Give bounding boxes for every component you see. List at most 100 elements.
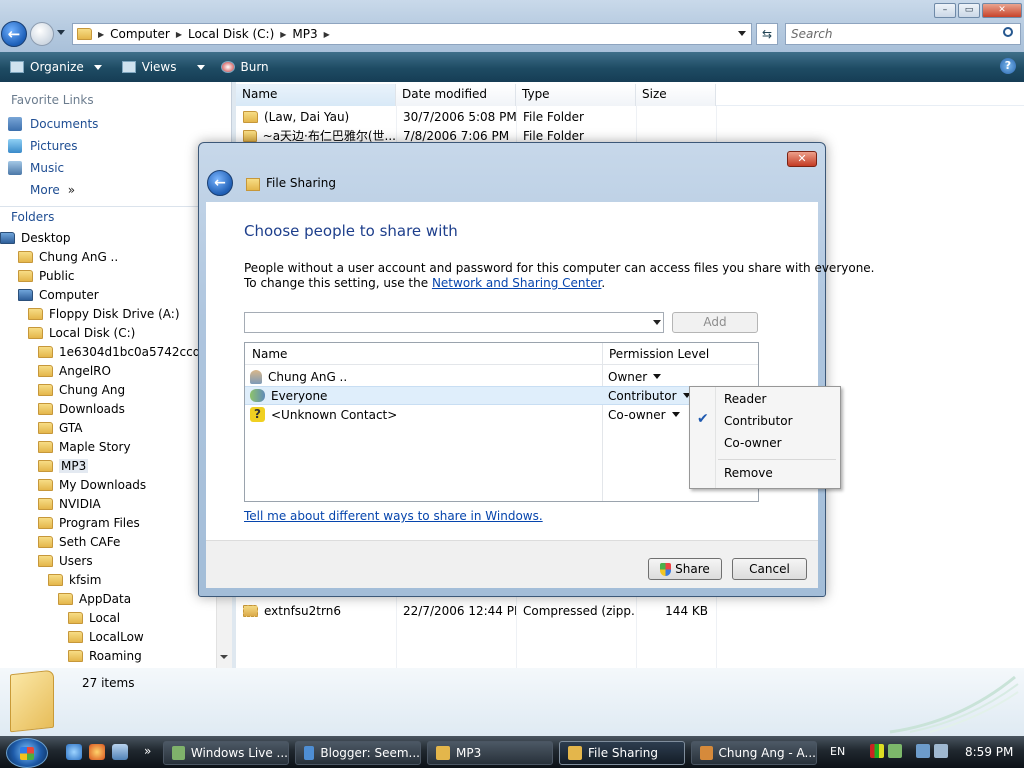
menu-item-co-owner[interactable]: Co-owner: [691, 433, 839, 453]
tree-item-label: Local Disk (C:): [49, 326, 136, 340]
breadcrumb-separator-icon[interactable]: ▶: [98, 30, 104, 39]
tree-item[interactable]: LocalLow: [68, 628, 144, 646]
permission-dropdown[interactable]: Contributor: [602, 389, 691, 403]
column-header-permission[interactable]: Permission Level: [602, 343, 758, 364]
task-blogger[interactable]: Blogger: Seem...: [295, 741, 421, 765]
burn-button[interactable]: Burn: [220, 52, 269, 82]
tree-item[interactable]: GTA: [38, 419, 82, 437]
breadcrumb-separator-icon[interactable]: ▶: [176, 30, 182, 39]
column-header-date[interactable]: Date modified: [396, 84, 516, 106]
tree-item[interactable]: Roaming: [68, 647, 142, 665]
task-mp3[interactable]: MP3: [427, 741, 553, 765]
breadcrumb-computer[interactable]: Computer: [110, 27, 170, 41]
tree-item[interactable]: AppData: [58, 590, 131, 608]
favorite-pictures[interactable]: Pictures: [8, 139, 78, 153]
back-button[interactable]: ←: [1, 21, 27, 47]
favorite-documents[interactable]: Documents: [8, 117, 98, 131]
internet-explorer-icon[interactable]: [66, 744, 82, 760]
tree-item[interactable]: Computer: [18, 286, 99, 304]
file-row[interactable]: extnfsu2trn6 22/7/2006 12:44 PM Compress…: [236, 601, 716, 620]
recent-pages-dropdown[interactable]: [57, 30, 65, 35]
task-windows-live[interactable]: Windows Live ...: [163, 741, 289, 765]
person-row[interactable]: ? <Unknown Contact> Co-owner: [245, 405, 758, 424]
column-header-name[interactable]: Name: [245, 343, 602, 364]
person-row[interactable]: Chung AnG .. Owner: [245, 367, 758, 386]
forward-button[interactable]: [30, 22, 54, 46]
permission-dropdown[interactable]: Co-owner: [602, 408, 680, 422]
tree-item[interactable]: Local: [68, 609, 120, 627]
tree-item[interactable]: Floppy Disk Drive (A:): [28, 305, 180, 323]
large-folder-icon: [10, 669, 54, 733]
tree-item[interactable]: MP3: [38, 457, 89, 475]
tree-item[interactable]: Downloads: [38, 400, 125, 418]
permission-dropdown[interactable]: Owner: [602, 370, 662, 384]
tree-item[interactable]: Desktop: [0, 229, 71, 247]
breadcrumb-separator-icon[interactable]: ▶: [324, 30, 330, 39]
menu-item-remove[interactable]: Remove: [691, 463, 839, 483]
people-combobox[interactable]: [244, 312, 664, 333]
add-button[interactable]: Add: [672, 312, 758, 333]
tree-item[interactable]: kfsim: [48, 571, 101, 589]
help-icon[interactable]: ?: [1000, 58, 1016, 74]
tree-item[interactable]: Chung AnG ..: [18, 248, 118, 266]
clock[interactable]: 8:59 PM: [965, 745, 1013, 759]
tree-item-label: Roaming: [89, 649, 142, 663]
tree-item[interactable]: Users: [38, 552, 93, 570]
tree-item-label: Users: [59, 554, 93, 568]
refresh-button[interactable]: ⇆: [756, 23, 778, 45]
tree-item[interactable]: Maple Story: [38, 438, 131, 456]
file-row[interactable]: (Law, Dai Yau) 30/7/2006 5:08 PM File Fo…: [236, 107, 716, 126]
breadcrumb-separator-icon[interactable]: ▶: [280, 30, 286, 39]
music-icon: [8, 161, 22, 175]
messenger-icon[interactable]: [888, 744, 902, 758]
volume-icon[interactable]: [934, 744, 948, 758]
tree-item[interactable]: Chung Ang: [38, 381, 125, 399]
column-header-name[interactable]: Name: [236, 84, 396, 106]
search-input[interactable]: Search: [785, 23, 1021, 45]
tree-item-label: My Downloads: [59, 478, 147, 492]
language-indicator[interactable]: EN: [830, 745, 845, 758]
maximize-button[interactable]: ▭: [958, 3, 980, 18]
breadcrumb-mp3[interactable]: MP3: [292, 27, 317, 41]
favorite-music[interactable]: Music: [8, 161, 64, 175]
minimize-button[interactable]: –: [934, 3, 956, 18]
tray-app-icon[interactable]: [870, 744, 884, 758]
breadcrumb-local-disk[interactable]: Local Disk (C:): [188, 27, 274, 41]
task-chung-ang[interactable]: Chung Ang - A...: [691, 741, 817, 765]
task-file-sharing[interactable]: File Sharing: [559, 741, 685, 765]
quick-launch-more-icon[interactable]: »: [144, 744, 151, 758]
chevron-down-icon[interactable]: [653, 320, 661, 325]
scroll-down-arrow-icon[interactable]: [220, 655, 228, 659]
dialog-back-button[interactable]: ←: [207, 170, 233, 196]
menu-item-reader[interactable]: Reader: [691, 389, 839, 409]
firefox-icon[interactable]: [89, 744, 105, 760]
column-header-type[interactable]: Type: [516, 84, 636, 106]
column-header-size[interactable]: Size: [636, 84, 716, 106]
dialog-close-button[interactable]: ✕: [787, 151, 817, 167]
tree-item[interactable]: My Downloads: [38, 476, 146, 494]
tree-item[interactable]: Program Files: [38, 514, 140, 532]
cancel-button[interactable]: Cancel: [732, 558, 807, 580]
favorite-more[interactable]: More »: [30, 183, 75, 197]
tree-item[interactable]: Public: [18, 267, 75, 285]
tree-item[interactable]: Seth CAFe: [38, 533, 120, 551]
sharing-help-link[interactable]: Tell me about different ways to share in…: [244, 509, 543, 523]
organize-button[interactable]: Organize: [10, 52, 102, 82]
folder-icon: [38, 365, 53, 377]
network-icon[interactable]: [916, 744, 930, 758]
share-button[interactable]: Share: [648, 558, 722, 580]
network-sharing-center-link[interactable]: Network and Sharing Center: [432, 276, 601, 290]
tree-item[interactable]: NVIDIA: [38, 495, 101, 513]
show-desktop-icon[interactable]: [112, 744, 128, 760]
menu-item-contributor[interactable]: Contributor: [691, 411, 839, 431]
search-icon[interactable]: [1003, 27, 1013, 37]
address-dropdown-icon[interactable]: [738, 31, 746, 36]
tree-item[interactable]: Local Disk (C:): [28, 324, 135, 342]
dropdown-arrow-icon: [196, 64, 205, 70]
tree-item[interactable]: AngelRO: [38, 362, 111, 380]
start-button[interactable]: [6, 738, 48, 768]
close-button[interactable]: ✕: [982, 3, 1022, 18]
views-button[interactable]: Views: [121, 52, 205, 82]
person-row-selected[interactable]: Everyone Contributor: [245, 386, 758, 405]
address-bar[interactable]: ▶ Computer ▶ Local Disk (C:) ▶ MP3 ▶: [72, 23, 752, 45]
